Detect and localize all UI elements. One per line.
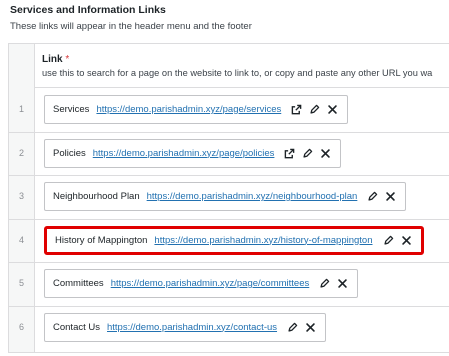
row-index: 4 [18, 234, 24, 245]
pencil-icon[interactable] [286, 321, 299, 334]
row-index: 6 [18, 321, 24, 332]
link-item[interactable]: Policies https://demo.parishadmin.xyz/pag… [44, 138, 342, 168]
external-link-icon[interactable] [283, 147, 296, 160]
link-url[interactable]: https://demo.parishadmin.xyz/neighbourho… [147, 191, 358, 202]
link-url[interactable]: https://demo.parishadmin.xyz/history-of-… [154, 235, 372, 246]
link-column-help: use this to search for a page on the web… [42, 68, 433, 78]
row-divider [9, 218, 449, 220]
table-header: Link * use this to search for a page on … [35, 44, 449, 88]
link-name: Policies [53, 147, 86, 159]
link-name: Committees [53, 278, 104, 289]
link-url[interactable]: https://demo.parishadmin.xyz/page/servic… [96, 104, 281, 115]
link-item[interactable]: Committees https://demo.parishadmin.xyz/p… [44, 269, 359, 298]
close-icon[interactable] [304, 321, 317, 334]
link-item[interactable]: History of Mappington https://demo.parish… [44, 225, 424, 255]
link-url[interactable]: https://demo.parishadmin.xyz/page/polici… [93, 148, 275, 159]
link-item[interactable]: Services https://demo.parishadmin.xyz/pag… [44, 95, 349, 124]
row-index: 2 [18, 147, 24, 158]
pencil-icon[interactable] [308, 103, 321, 116]
link-name: History of Mappington [55, 234, 148, 246]
pencil-icon[interactable] [318, 277, 331, 290]
required-marker: * [65, 54, 70, 65]
row-index: 3 [18, 191, 24, 201]
link-column-title: Link [42, 54, 63, 65]
row-divider [9, 175, 449, 176]
close-icon[interactable] [336, 277, 349, 290]
link-item[interactable]: Contact Us https://demo.parishadmin.xyz/c… [44, 312, 327, 342]
link-item[interactable]: Neighbourhood Plan https://demo.parishadm… [44, 182, 407, 211]
section-title: Services and Information Links [10, 4, 166, 16]
link-url[interactable]: https://demo.parishadmin.xyz/page/commit… [111, 278, 310, 289]
link-column-label: Link * [42, 54, 69, 65]
external-link-icon[interactable] [290, 103, 303, 116]
link-url[interactable]: https://demo.parishadmin.xyz/contact-us [107, 322, 277, 333]
link-name: Services [53, 104, 90, 115]
links-table: Link * use this to search for a page on … [8, 43, 449, 353]
row-index: 1 [18, 104, 24, 114]
row-divider [9, 305, 449, 307]
close-icon[interactable] [326, 103, 339, 116]
row-divider [9, 131, 449, 133]
close-icon[interactable] [384, 190, 397, 203]
close-icon[interactable] [400, 234, 413, 247]
section-subtitle: These links will appear in the header me… [10, 21, 252, 32]
link-name: Neighbourhood Plan [53, 191, 140, 202]
pencil-icon[interactable] [382, 234, 395, 247]
close-icon[interactable] [319, 147, 332, 160]
link-name: Contact Us [53, 321, 100, 333]
row-index: 5 [18, 278, 24, 288]
pencil-icon[interactable] [366, 190, 379, 203]
row-divider [9, 262, 449, 263]
pencil-icon[interactable] [301, 147, 314, 160]
